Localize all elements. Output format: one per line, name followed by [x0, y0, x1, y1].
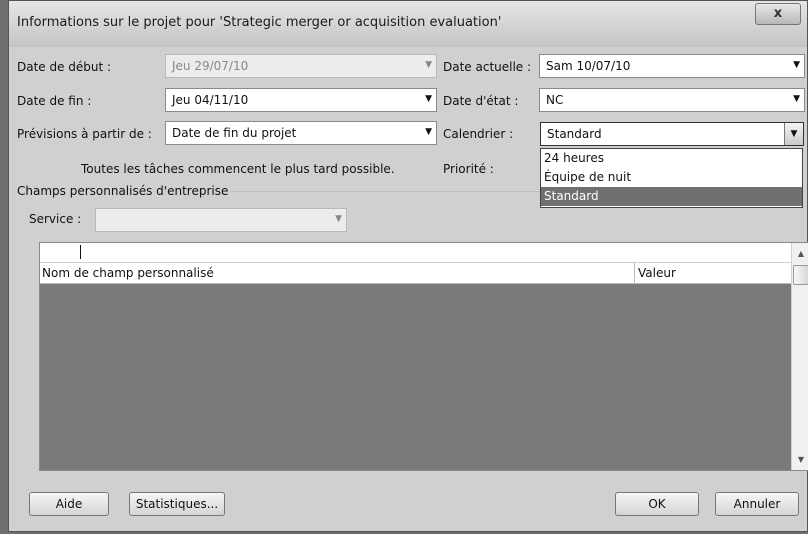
- service-combo[interactable]: ▼: [95, 208, 347, 232]
- calendar-value: Standard: [547, 127, 602, 141]
- current-date-combo[interactable]: Sam 10/07/10 ▼: [539, 54, 805, 78]
- column-header-field-name[interactable]: Nom de champ personnalisé: [42, 266, 214, 280]
- chevron-down-icon: ▼: [425, 60, 432, 70]
- ok-button[interactable]: OK: [615, 492, 699, 516]
- calendar-option-night-shift[interactable]: Équipe de nuit: [541, 168, 802, 187]
- schedule-from-combo[interactable]: Date de fin du projet ▼: [165, 121, 437, 145]
- service-label: Service :: [29, 212, 82, 226]
- finish-date-label: Date de fin :: [17, 94, 92, 108]
- project-info-dialog: Informations sur le projet pour 'Strateg…: [8, 0, 808, 532]
- calendar-option-24h[interactable]: 24 heures: [541, 149, 802, 168]
- scrollbar-thumb[interactable]: [793, 265, 808, 285]
- close-button[interactable]: x: [755, 3, 801, 25]
- chevron-down-icon: ▼: [793, 94, 800, 104]
- scroll-down-icon[interactable]: ▼: [792, 455, 808, 464]
- chevron-down-icon: ▼: [335, 214, 342, 224]
- enterprise-fields-group-label: Champs personnalisés d'entreprise: [17, 184, 229, 198]
- finish-date-combo[interactable]: Jeu 04/11/10 ▼: [165, 88, 437, 112]
- current-date-value: Sam 10/07/10: [546, 59, 631, 73]
- calendar-combo[interactable]: Standard ▼: [540, 122, 804, 146]
- status-date-label: Date d'état :: [443, 94, 519, 108]
- grid-edit-bar[interactable]: [40, 243, 792, 263]
- statistics-button[interactable]: Statistiques...: [129, 492, 225, 516]
- priority-label: Priorité :: [443, 162, 494, 176]
- help-button[interactable]: Aide: [29, 492, 109, 516]
- start-date-combo[interactable]: Jeu 29/07/10 ▼: [165, 54, 437, 78]
- schedule-from-label: Prévisions à partir de :: [17, 127, 152, 141]
- chevron-down-icon: ▼: [425, 127, 432, 137]
- chevron-down-icon[interactable]: ▼: [784, 123, 803, 145]
- calendar-option-standard[interactable]: Standard: [541, 187, 802, 206]
- text-caret: [80, 245, 81, 259]
- grid-body[interactable]: [40, 284, 792, 470]
- grid-header: Nom de champ personnalisé Valeur: [40, 263, 792, 284]
- schedule-from-value: Date de fin du projet: [172, 126, 297, 140]
- scroll-up-icon[interactable]: ▲: [792, 249, 808, 258]
- status-date-value: NC: [546, 93, 564, 107]
- dialog-title: Informations sur le projet pour 'Strateg…: [17, 15, 502, 30]
- calendar-label: Calendrier :: [443, 127, 514, 141]
- column-header-value[interactable]: Valeur: [638, 266, 676, 280]
- column-divider[interactable]: [634, 263, 635, 283]
- chevron-down-icon: ▼: [793, 60, 800, 70]
- current-date-label: Date actuelle :: [443, 60, 532, 74]
- start-date-label: Date de début :: [17, 60, 112, 74]
- cancel-button[interactable]: Annuler: [715, 492, 799, 516]
- chevron-down-icon: ▼: [425, 94, 432, 104]
- title-bar: Informations sur le projet pour 'Strateg…: [9, 1, 807, 47]
- schedule-note: Toutes les tâches commencent le plus tar…: [81, 162, 395, 176]
- finish-date-value: Jeu 04/11/10: [172, 93, 249, 107]
- custom-fields-grid: Nom de champ personnalisé Valeur ▲ ▼: [39, 242, 808, 471]
- status-date-combo[interactable]: NC ▼: [539, 88, 805, 112]
- calendar-dropdown-list: 24 heures Équipe de nuit Standard: [540, 148, 803, 208]
- vertical-scrollbar[interactable]: ▲ ▼: [791, 243, 808, 470]
- start-date-value: Jeu 29/07/10: [172, 59, 249, 73]
